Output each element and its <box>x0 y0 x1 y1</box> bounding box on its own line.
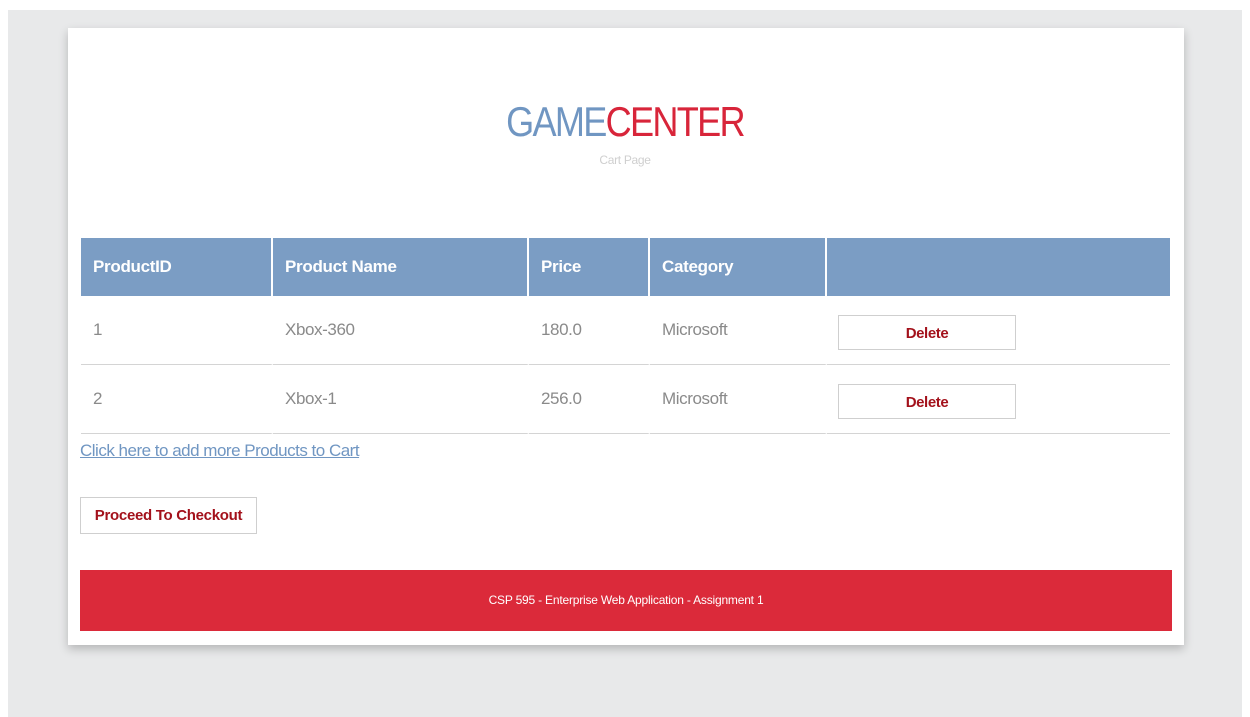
site-logo[interactable]: GAMECENTER <box>88 101 1163 143</box>
cell-category: Microsoft <box>650 365 827 434</box>
page-subtitle: Cart Page <box>599 153 651 167</box>
cell-product-id: 2 <box>81 365 273 434</box>
cell-price: 180.0 <box>529 296 650 365</box>
table-row: 1 Xbox-360 180.0 Microsoft Delete <box>81 296 1170 365</box>
footer-bar: CSP 595 - Enterprise Web Application - A… <box>80 570 1172 631</box>
cell-category: Microsoft <box>650 296 827 365</box>
delete-button[interactable]: Delete <box>838 315 1016 350</box>
cart-table: ProductID Product Name Price Category 1 … <box>81 238 1170 434</box>
cell-product-name: Xbox-1 <box>273 365 529 434</box>
add-more-products-link[interactable]: Click here to add more Products to Cart <box>80 441 360 461</box>
delete-button[interactable]: Delete <box>838 384 1016 419</box>
cell-product-id: 1 <box>81 296 273 365</box>
logo-center-text: CENTER <box>605 98 746 145</box>
logo-game-text: GAME <box>506 98 607 145</box>
cell-action: Delete <box>827 296 1170 365</box>
column-header-category: Category <box>650 238 827 296</box>
column-header-product-id: ProductID <box>81 238 273 296</box>
column-header-price: Price <box>529 238 650 296</box>
column-header-product-name: Product Name <box>273 238 529 296</box>
cell-action: Delete <box>827 365 1170 434</box>
table-header-row: ProductID Product Name Price Category <box>81 238 1170 296</box>
footer-text: CSP 595 - Enterprise Web Application - A… <box>488 593 764 607</box>
cell-product-name: Xbox-360 <box>273 296 529 365</box>
table-row: 2 Xbox-1 256.0 Microsoft Delete <box>81 365 1170 434</box>
proceed-to-checkout-button[interactable]: Proceed To Checkout <box>80 497 257 534</box>
column-header-action <box>827 238 1170 296</box>
cell-price: 256.0 <box>529 365 650 434</box>
